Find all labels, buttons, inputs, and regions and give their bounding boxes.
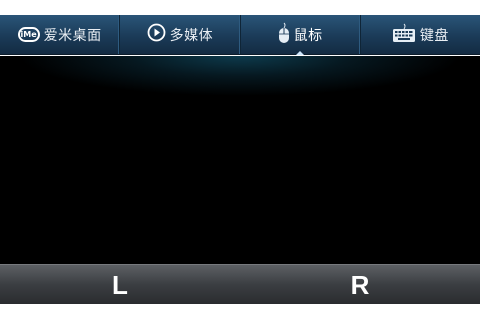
tab-multimedia[interactable]: 多媒体 xyxy=(120,15,241,54)
touchpad-area[interactable] xyxy=(0,56,480,264)
tab-label: 多媒体 xyxy=(169,27,214,44)
tab-keyboard[interactable]: 键盘 xyxy=(361,15,480,54)
active-tab-indicator xyxy=(296,51,305,55)
tab-ime-desktop[interactable]: iMe 爱米桌面 xyxy=(0,15,121,54)
mouse-button-bar: L R xyxy=(0,264,480,304)
tab-label: 键盘 xyxy=(419,27,449,44)
tab-label: 爱米桌面 xyxy=(43,27,102,44)
mouse-remote-screen: iMe 爱米桌面 多媒体 鼠标 键盘 L R xyxy=(0,0,480,320)
top-tab-bar: iMe 爱米桌面 多媒体 鼠标 键盘 xyxy=(0,15,480,55)
tab-mouse[interactable]: 鼠标 xyxy=(241,15,361,55)
ime-logo-icon: iMe xyxy=(17,27,40,42)
keyboard-icon xyxy=(392,23,416,47)
left-click-button[interactable]: L xyxy=(0,265,240,304)
mouse-icon xyxy=(278,22,290,48)
tab-label: 鼠标 xyxy=(293,27,323,44)
right-click-button[interactable]: R xyxy=(240,265,480,304)
play-circle-icon xyxy=(147,23,166,46)
